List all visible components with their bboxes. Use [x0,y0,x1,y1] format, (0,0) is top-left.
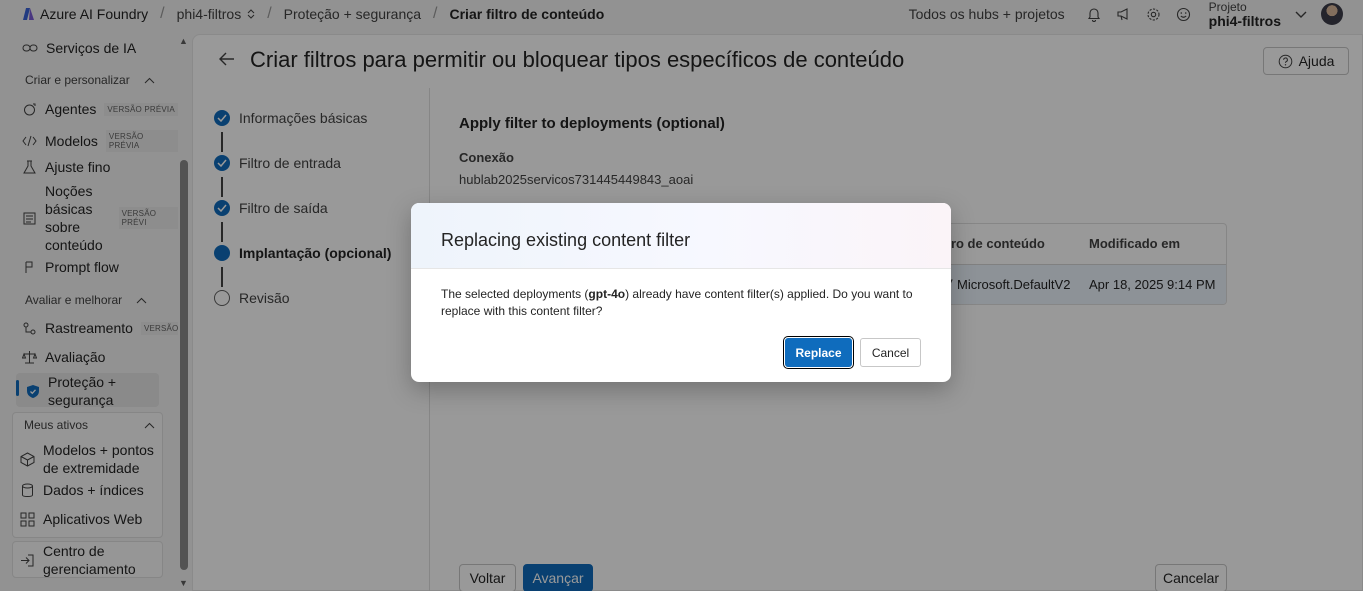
deployment-name: gpt-4o [588,287,626,301]
replace-button[interactable]: Replace [785,338,852,367]
dialog-header: Replacing existing content filter [411,203,951,269]
dialog-message: The selected deployments (gpt-4o) alread… [441,286,931,320]
dialog-cancel-button[interactable]: Cancel [860,338,921,367]
dialog-title: Replacing existing content filter [441,230,691,250]
replace-filter-dialog: Replacing existing content filter The se… [411,203,951,382]
dialog-message-text: The selected deployments ( [441,287,589,301]
